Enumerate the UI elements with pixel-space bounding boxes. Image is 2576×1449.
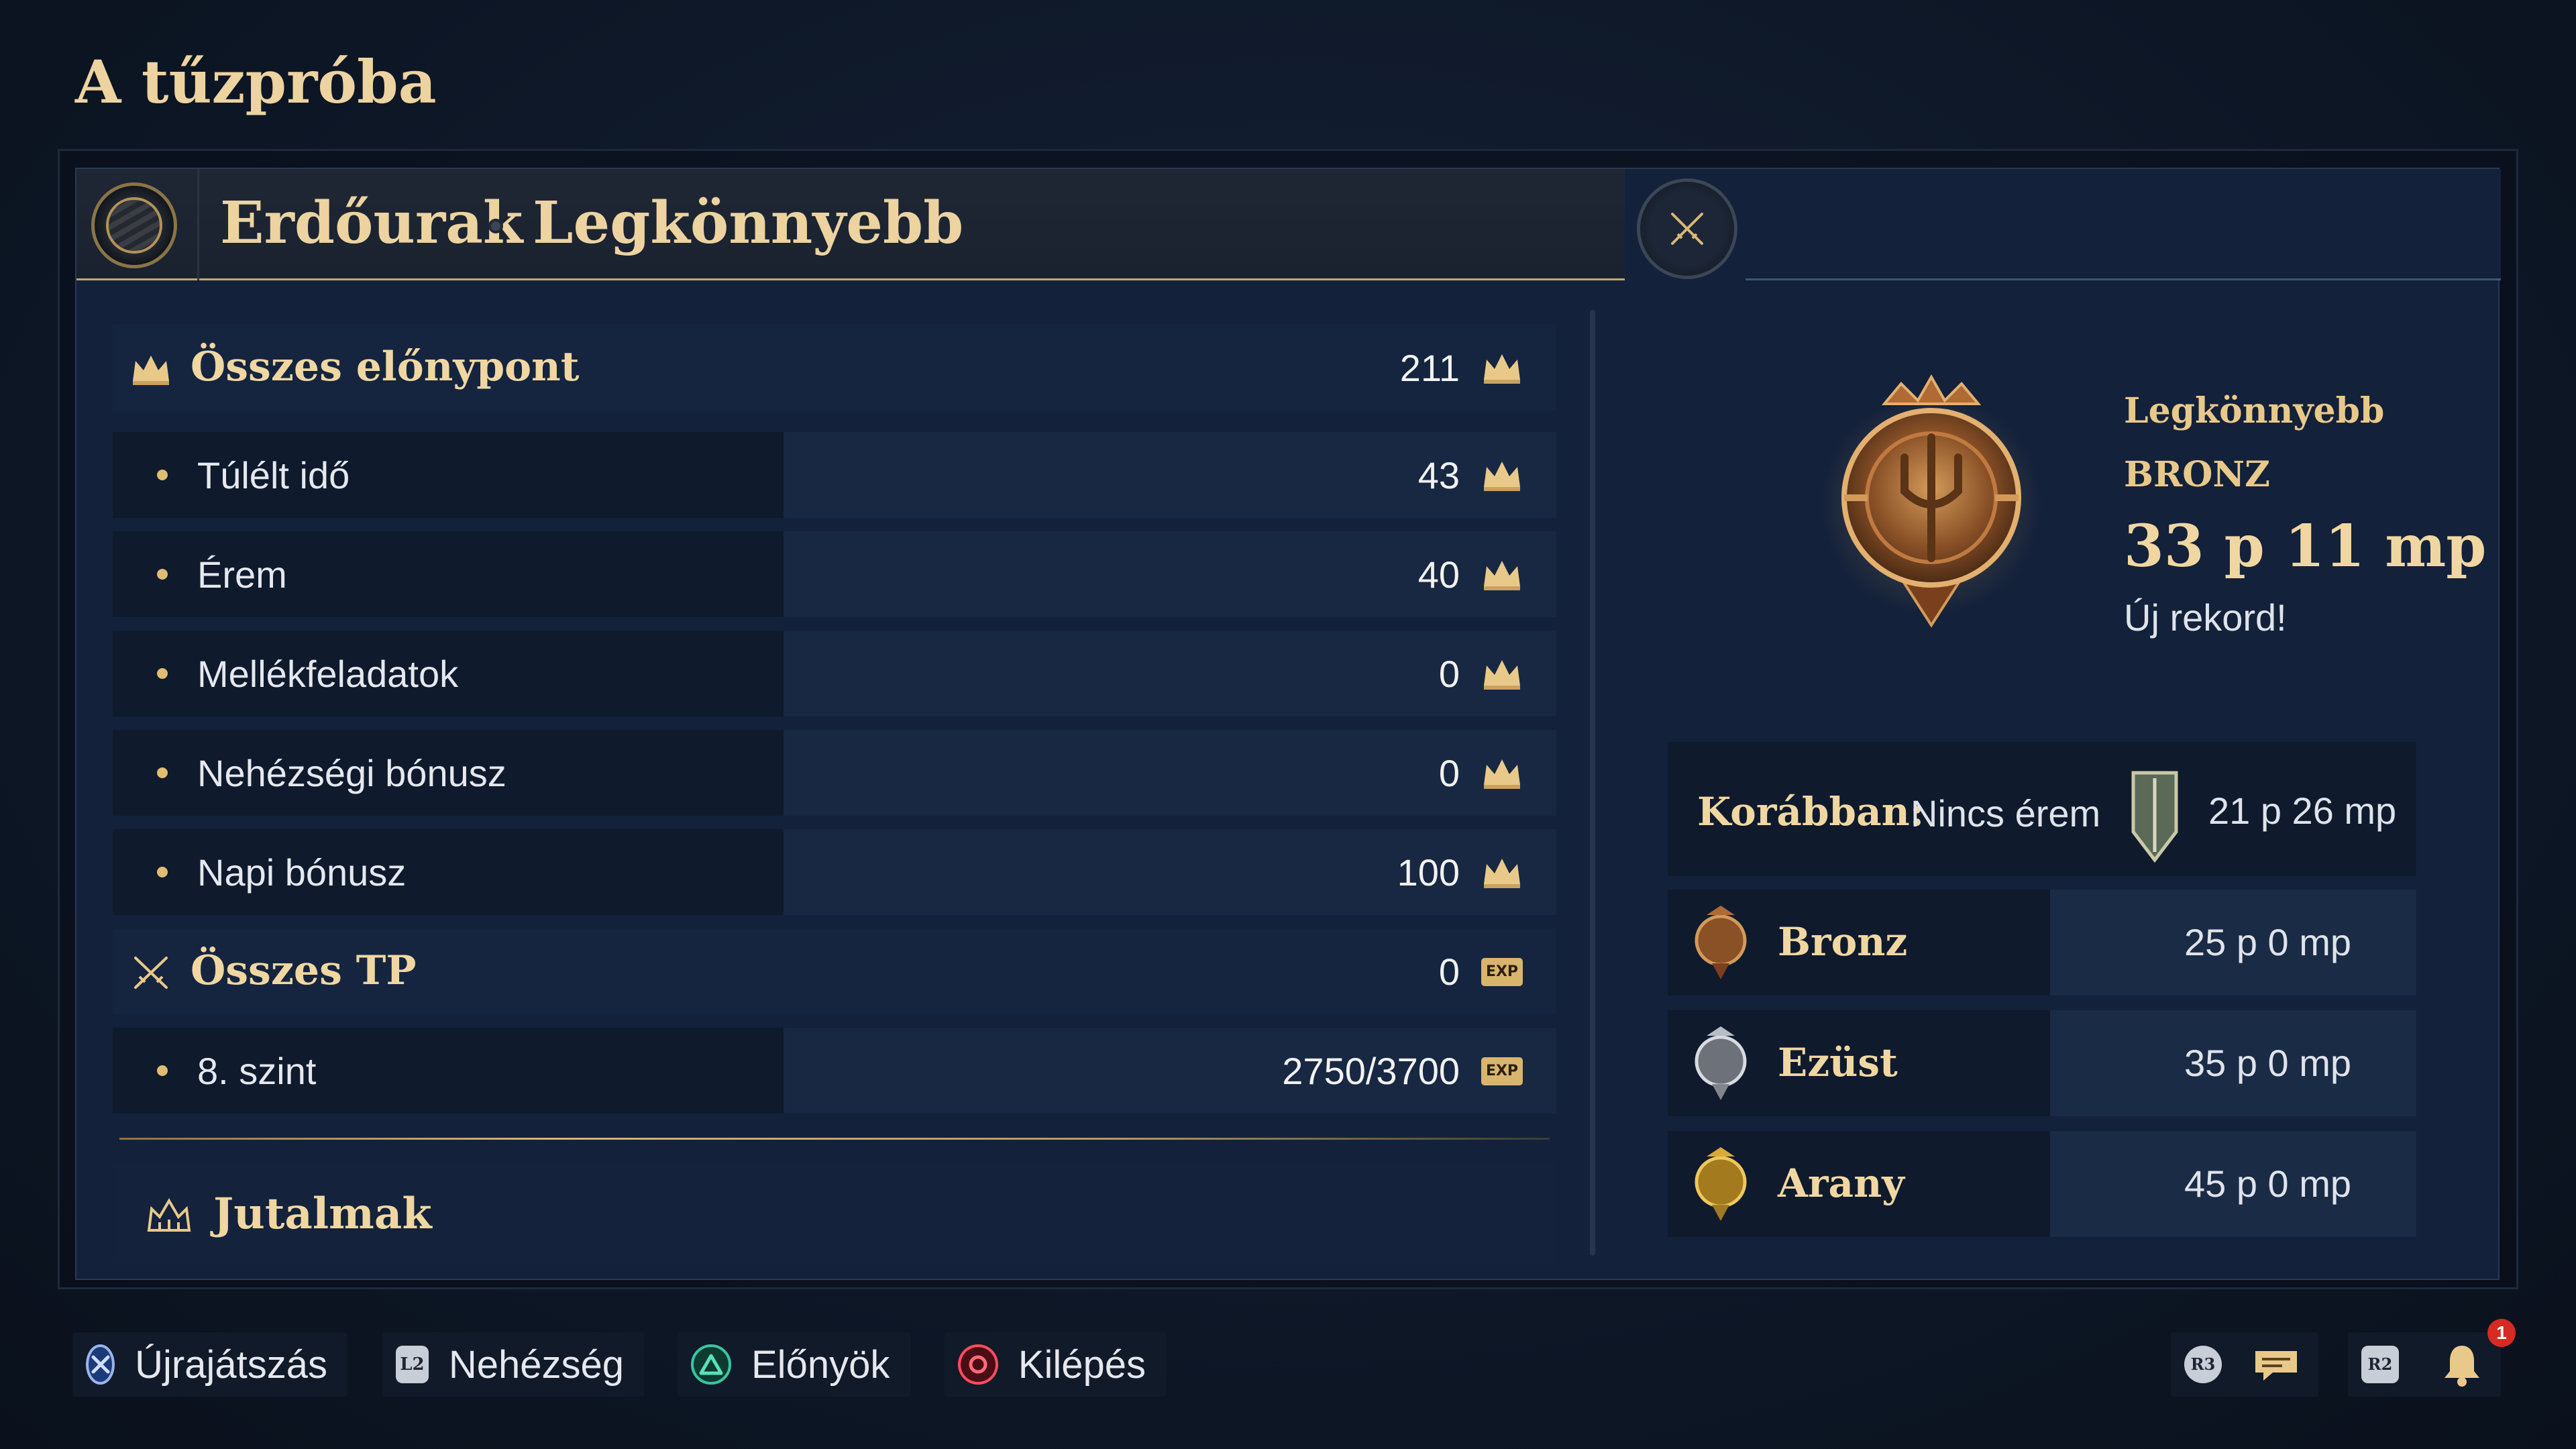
exit-label: Kilépés: [1018, 1342, 1146, 1387]
gold-medal-icon: [1695, 1147, 1747, 1221]
total-tp-row: Összes TP 0 EXP: [113, 928, 1556, 1014]
previous-time: 21 p 26 mp: [2208, 790, 2397, 832]
crossed-swords-icon: [1671, 213, 1703, 245]
level-value: 2750/3700: [1282, 1050, 1460, 1092]
stat-label: Mellékfeladatok: [197, 653, 459, 695]
stat-label: Napi bónusz: [197, 851, 407, 894]
stat-label: Nehézségi bónusz: [197, 752, 506, 794]
page-title: A tűzpróba: [75, 47, 437, 117]
result-note: Új rekord!: [2124, 596, 2287, 639]
perks-button[interactable]: Előnyök: [678, 1332, 911, 1397]
stat-row: Érem 40: [113, 531, 1556, 617]
scrollbar[interactable]: [1590, 310, 1595, 1256]
bell-icon: [2445, 1346, 2479, 1387]
rewards-row[interactable]: Jutalmak: [113, 1162, 1556, 1263]
stat-row: Túlélt idő 43: [113, 432, 1556, 518]
header-right-bar: [1746, 169, 2501, 280]
crown-icon: [1484, 660, 1520, 690]
result-difficulty: Legkönnyebb: [2124, 390, 2385, 431]
r3-chat-group[interactable]: R3: [2171, 1332, 2318, 1397]
notification-badge: 1: [2487, 1319, 2516, 1347]
tier-name: Bronz: [1778, 919, 1908, 965]
result-time: 33 p 11 mp: [2124, 513, 2487, 580]
replay-button[interactable]: Újrajátszás: [72, 1332, 347, 1397]
stat-label: Túlélt idő: [197, 454, 350, 496]
circle-button-icon: [958, 1344, 998, 1385]
crown-icon: [1484, 759, 1520, 789]
exit-button[interactable]: Kilépés: [945, 1332, 1166, 1397]
stat-value: 0: [1438, 653, 1460, 695]
separator-dot-icon: [488, 219, 503, 233]
total-points-row: Összes előnypont 211: [113, 325, 1556, 411]
bronze-medal-icon: [1821, 374, 2042, 628]
divider: [119, 1138, 1550, 1140]
exp-icon: EXP: [1481, 1057, 1523, 1085]
header-separator: [197, 169, 199, 280]
difficulty-label: Nehézség: [448, 1342, 624, 1387]
total-tp-label: Összes TP: [191, 947, 417, 994]
level-label: 8. szint: [197, 1050, 317, 1092]
difficulty-button[interactable]: L2 Nehézség: [382, 1332, 644, 1397]
crown-icon: [133, 356, 169, 385]
results-panel: Erdőurak Legkönnyebb Összes előnypont 21…: [75, 168, 2501, 1280]
tier-row-gold: Arany 45 p 0 mp: [1668, 1131, 2416, 1237]
bronze-medal-icon: [1695, 906, 1747, 979]
tier-row-bronze: Bronz 25 p 0 mp: [1668, 890, 2416, 996]
total-points-value: 211: [1399, 347, 1460, 389]
stat-label: Érem: [197, 553, 287, 596]
level-row: 8. szint 2750/3700 EXP: [113, 1028, 1556, 1114]
stat-row: Mellékfeladatok 0: [113, 631, 1556, 716]
cross-button-icon: [86, 1344, 115, 1385]
tier-name: Ezüst: [1778, 1040, 1898, 1085]
stat-row: Napi bónusz 100: [113, 829, 1556, 915]
l2-button-icon: L2: [396, 1346, 429, 1383]
replay-label: Újrajátszás: [135, 1342, 327, 1387]
stat-value: 100: [1397, 851, 1460, 894]
stat-value: 40: [1417, 553, 1460, 596]
tier-time: 35 p 0 mp: [2184, 1042, 2352, 1084]
r2-button-icon: R2: [2361, 1346, 2399, 1383]
r3-button-icon: R3: [2184, 1346, 2222, 1383]
total-tp-value: 0: [1438, 951, 1460, 993]
crown-icon: [1484, 561, 1520, 590]
stat-value: 43: [1417, 454, 1460, 496]
mode-emblem-icon: [91, 182, 177, 268]
tier-time: 45 p 0 mp: [2184, 1163, 2352, 1205]
crown-hall-icon: [147, 1198, 191, 1232]
silver-medal-icon: [1695, 1026, 1747, 1100]
stat-value: 0: [1438, 752, 1460, 794]
crossed-swords-icon: [134, 957, 168, 989]
tier-time: 25 p 0 mp: [2184, 921, 2352, 963]
triangle-button-icon: [691, 1344, 731, 1385]
previous-label: Korábban:: [1697, 789, 1925, 835]
empty-shield-icon: [2131, 771, 2178, 863]
crossed-swords-button[interactable]: [1637, 178, 1737, 279]
crown-icon: [1484, 859, 1520, 888]
tier-row-silver: Ezüst 35 p 0 mp: [1668, 1010, 2416, 1116]
r2-notifications-group[interactable]: R2: [2348, 1332, 2501, 1397]
perks-label: Előnyök: [751, 1342, 890, 1387]
mode-name: Erdőurak: [220, 189, 523, 257]
header-bar: Erdőurak Legkönnyebb: [76, 169, 1625, 280]
crown-icon: [1484, 462, 1520, 491]
previous-medal: Nincs érem: [1911, 792, 2101, 835]
result-rank: BRONZ: [2124, 454, 2270, 495]
rewards-label: Jutalmak: [213, 1189, 432, 1239]
tier-name: Arany: [1778, 1161, 1905, 1206]
difficulty-name: Legkönnyebb: [533, 189, 964, 257]
crown-icon: [1484, 354, 1520, 384]
chat-icon: [2255, 1351, 2297, 1381]
previous-result-row: Korábban: Nincs érem 21 p 26 mp: [1668, 742, 2416, 876]
exp-icon: EXP: [1481, 958, 1523, 986]
stat-row: Nehézségi bónusz 0: [113, 730, 1556, 816]
total-points-label: Összes előnypont: [191, 343, 580, 390]
